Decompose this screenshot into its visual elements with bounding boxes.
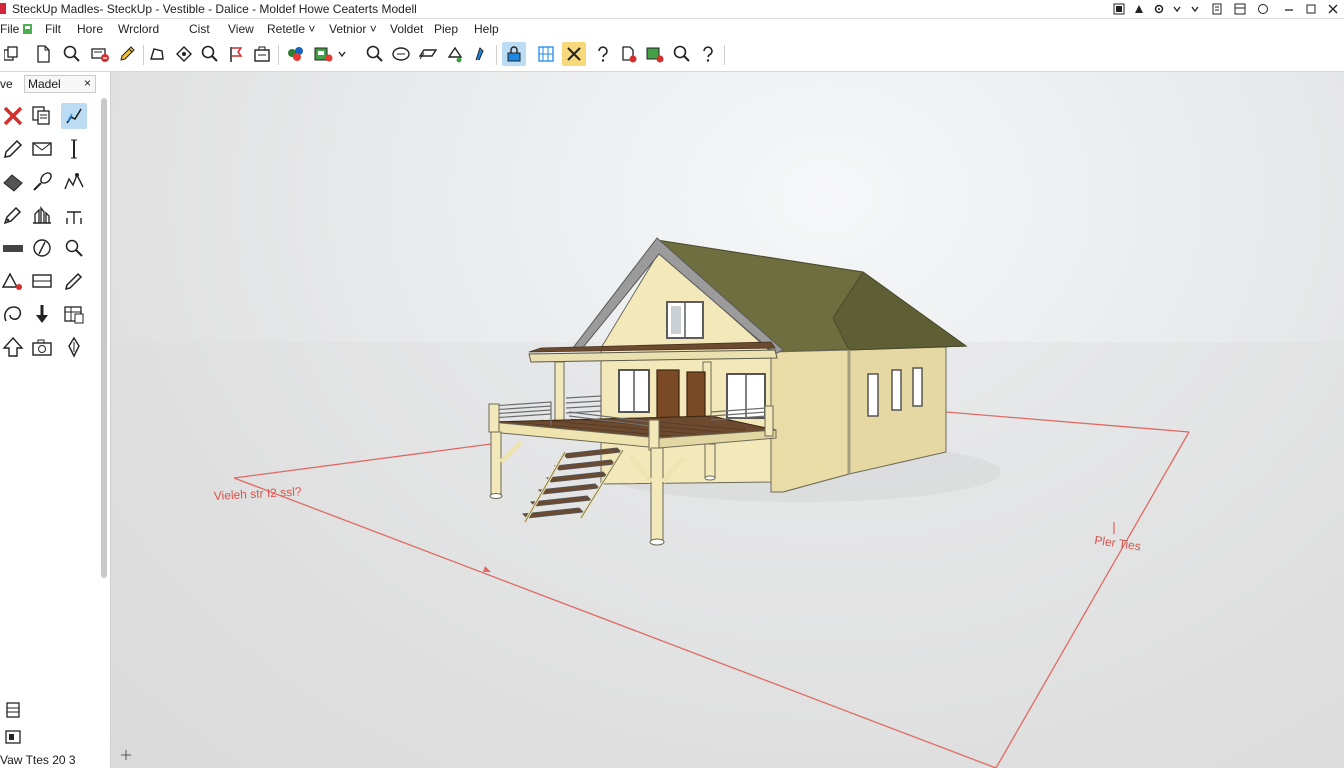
search-icon[interactable] [60,42,84,66]
print-delete-icon[interactable] [88,42,112,66]
section-plane-icon[interactable] [29,268,55,294]
shape-icon[interactable] [145,42,169,66]
erase-x-icon[interactable] [0,103,26,129]
help-query-icon[interactable] [591,42,615,66]
menu-help[interactable]: Help [474,22,499,36]
paint-bucket-icon[interactable] [443,42,467,66]
magnify-icon[interactable] [363,42,387,66]
cross-tools-icon[interactable] [562,42,586,66]
window-title: SteckUp Madles- SteckUp - Vestible - Dal… [12,2,417,16]
app-icon [0,3,6,14]
brush-icon[interactable] [29,169,55,195]
layout-icon[interactable] [1233,2,1247,16]
panel-tabs: ve Madel × [0,74,98,93]
line-icon[interactable] [61,136,87,162]
scrollbar-thumb[interactable] [101,98,107,578]
find-icon[interactable] [670,42,694,66]
document-icon[interactable] [1210,2,1224,16]
zoom-tool-icon[interactable] [61,235,87,261]
tool-panel: ve Madel × Vaw Ttes 20 3 [0,72,111,768]
model-viewport[interactable]: Vieleh str I2 ssl? Pler Ties [111,72,1344,768]
orbit-icon[interactable] [61,334,87,360]
dropdown-icon[interactable] [1170,2,1184,16]
pencil-draw-icon[interactable] [61,268,87,294]
close-icon[interactable] [1326,2,1340,16]
copy-icon[interactable] [0,42,24,66]
menu-hore[interactable]: Hore [77,22,103,36]
menu-vetnior[interactable]: Vetnior ˅ [329,22,377,36]
camera-icon[interactable] [29,334,55,360]
lock-icon[interactable] [502,42,526,66]
eraser-icon[interactable] [0,169,26,195]
menu-cist[interactable]: Cist [189,22,210,36]
minimize-icon[interactable] [1282,2,1296,16]
scene-add-icon[interactable] [643,42,667,66]
freehand-icon[interactable] [61,103,87,129]
layer-icon[interactable] [0,697,26,723]
flag-icon[interactable] [224,42,248,66]
menu-file[interactable]: File [0,22,19,36]
menu-view[interactable]: View [228,22,254,36]
chat-icon[interactable] [389,42,413,66]
paint-icon[interactable] [1132,2,1146,16]
page-delete-icon[interactable] [617,42,641,66]
settings-icon[interactable] [1152,2,1166,16]
zoom-icon[interactable] [198,42,222,66]
triangle-icon[interactable] [0,268,26,294]
pencil-icon[interactable] [0,136,26,162]
help-icon[interactable] [696,42,720,66]
new-file-icon[interactable] [31,42,55,66]
push-down-icon[interactable] [29,301,55,327]
package-icon[interactable] [250,42,274,66]
materials-icon[interactable] [284,42,308,66]
grid-icon[interactable] [534,42,558,66]
follow-me-icon[interactable] [61,169,87,195]
dimension-icon[interactable] [61,202,87,228]
components-icon[interactable] [311,42,335,66]
panel-tab-label: Madel [28,77,61,91]
menu-green-icon[interactable] [22,23,33,35]
menu-retetle[interactable]: Retetle ˅ [267,22,315,36]
copy-pages-icon[interactable] [29,103,55,129]
window-icon-1[interactable] [1112,2,1126,16]
lasso-icon[interactable] [0,301,26,327]
components-dropdown-icon[interactable] [336,42,348,66]
toolbar-separator-4 [724,45,725,65]
arrow-up-icon[interactable] [0,334,26,360]
menu-voldet[interactable]: Voldet [390,22,423,36]
rotate-icon[interactable] [172,42,196,66]
panel-scrollbar[interactable] [100,84,108,754]
dropdown-icon-2[interactable] [1188,2,1202,16]
toolbar-separator [143,45,144,65]
menu-piep[interactable]: Piep [434,22,458,36]
layers-icon[interactable] [416,42,440,66]
protractor-icon[interactable] [29,235,55,261]
menu-bar: File Filt Hore Wrclord Cist View Retetle… [0,19,1344,39]
toolbar-separator-3 [496,45,497,65]
maximize-icon[interactable] [1304,2,1318,16]
scene-canvas[interactable]: Vieleh str I2 ssl? Pler Ties [111,72,1344,768]
envelope-icon[interactable] [29,136,55,162]
title-bar: SteckUp Madles- SteckUp - Vestible - Dal… [0,0,1344,19]
sandbox-icon[interactable] [29,202,55,228]
table-icon[interactable] [61,301,87,327]
rectangle-icon[interactable] [0,235,26,261]
outliner-icon[interactable] [0,724,26,750]
menu-wrclord[interactable]: Wrclord [118,22,159,36]
menu-filt[interactable]: Filt [45,22,61,36]
main-toolbar [0,39,1344,72]
globe-icon[interactable] [1256,2,1270,16]
status-text: Vaw Ttes 20 3 [0,753,76,767]
panel-tab-partial[interactable]: ve [0,77,13,91]
panel-tab-model[interactable]: Madel × [24,75,96,93]
pencil-yellow-icon[interactable] [115,42,139,66]
tape-icon[interactable] [468,42,492,66]
toolbar-separator-2 [278,45,279,65]
tab-close-icon[interactable]: × [84,76,91,90]
pen-icon[interactable] [0,202,26,228]
